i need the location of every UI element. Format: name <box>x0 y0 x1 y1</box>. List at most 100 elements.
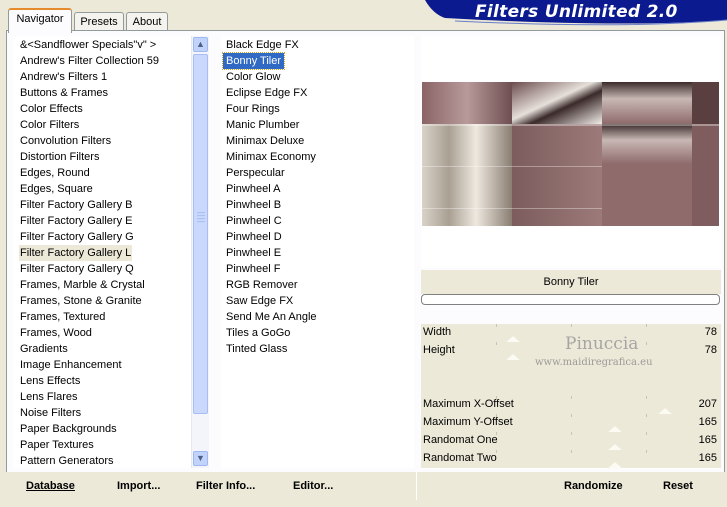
param-label: Width <box>423 326 452 338</box>
current-filter-name: Bonny Tiler <box>421 270 721 294</box>
filter-item[interactable]: Perspecular <box>223 165 288 181</box>
param-value: 165 <box>698 416 717 428</box>
param-label: Randomat Two <box>423 452 497 464</box>
watermark-url: www.maidiregrafica.eu <box>535 357 653 368</box>
category-item[interactable]: Edges, Square <box>19 181 94 197</box>
editor-button[interactable]: Editor... <box>293 478 333 494</box>
filter-item[interactable]: Pinwheel D <box>223 229 285 245</box>
slider-tick <box>496 342 497 345</box>
slider-tick <box>646 396 647 399</box>
chevron-up-icon: ▲ <box>196 39 205 49</box>
category-item[interactable]: Paper Textures <box>19 437 95 453</box>
param-value: 207 <box>698 398 717 410</box>
filter-item[interactable]: Manic Plumber <box>223 117 302 133</box>
filter-item[interactable]: Minimax Economy <box>223 149 319 165</box>
param-label: Maximum Y-Offset <box>423 416 513 428</box>
category-item[interactable]: Filter Factory Gallery B <box>19 197 133 213</box>
chevron-down-icon: ▼ <box>196 453 205 463</box>
slider-tick <box>646 342 647 345</box>
scroll-thumb[interactable]: — — — — <box>193 54 208 414</box>
param-row-empty <box>421 378 721 397</box>
category-item[interactable]: Frames, Stone & Granite <box>19 293 143 309</box>
slider-thumb[interactable] <box>607 462 624 469</box>
tab-navigator[interactable]: Navigator <box>8 8 72 33</box>
database-button[interactable]: Database <box>26 478 75 494</box>
tab-about[interactable]: About <box>126 12 168 31</box>
filter-item[interactable]: Pinwheel F <box>223 261 283 277</box>
category-item[interactable]: Distortion Filters <box>19 149 100 165</box>
param-row[interactable]: Randomat Two 165 <box>421 450 721 469</box>
filter-list[interactable]: Black Edge FX Bonny Tiler Color Glow Eclips… <box>221 36 414 468</box>
scroll-up-button[interactable]: ▲ <box>193 37 208 52</box>
category-item[interactable]: Andrew's Filters 1 <box>19 69 108 85</box>
category-item[interactable]: Edges, Round <box>19 165 91 181</box>
grip-icon: — — — — <box>197 208 205 226</box>
filter-item[interactable]: RGB Remover <box>223 277 301 293</box>
import-button[interactable]: Import... <box>117 478 160 494</box>
category-item[interactable]: Filter Factory Gallery E <box>19 213 133 229</box>
category-item[interactable]: Image Enhancement <box>19 357 123 373</box>
filter-item[interactable]: Bonny Tiler <box>221 52 286 70</box>
param-label: Height <box>423 344 455 356</box>
param-label: Maximum X-Offset <box>423 398 514 410</box>
param-row[interactable]: Maximum X-Offset 207 <box>421 396 721 415</box>
filter-item[interactable]: Pinwheel A <box>223 181 283 197</box>
category-item[interactable]: Lens Effects <box>19 373 81 389</box>
filter-item[interactable]: Eclipse Edge FX <box>223 85 310 101</box>
category-item[interactable]: Pattern Generators <box>19 453 115 468</box>
param-row[interactable]: Maximum Y-Offset 165 <box>421 414 721 433</box>
category-item[interactable]: Frames, Wood <box>19 325 93 341</box>
slider-tick <box>571 432 572 435</box>
watermark-text: Pinuccia <box>565 334 639 354</box>
category-item[interactable]: Buttons & Frames <box>19 85 109 101</box>
slider-tick <box>571 450 572 453</box>
filter-item[interactable]: Saw Edge FX <box>223 293 296 309</box>
slider-tick <box>571 414 572 417</box>
filter-item[interactable]: Send Me An Angle <box>223 309 320 325</box>
category-item[interactable]: Lens Flares <box>19 389 78 405</box>
category-item[interactable]: &<Sandflower Specials"v" > <box>19 37 157 53</box>
filter-item[interactable]: Pinwheel C <box>223 213 285 229</box>
slider-tick <box>571 396 572 399</box>
category-item[interactable]: Color Effects <box>19 101 84 117</box>
app-title: Filters Unlimited 2.0 <box>475 2 678 22</box>
filter-item[interactable]: Four Rings <box>223 101 283 117</box>
filter-item[interactable]: Tinted Glass <box>223 341 290 357</box>
filter-item[interactable]: Tiles a GoGo <box>223 325 293 341</box>
filter-item[interactable]: Black Edge FX <box>223 37 302 53</box>
category-item[interactable]: Paper Backgrounds <box>19 421 118 437</box>
category-item[interactable]: Andrew's Filter Collection 59 <box>19 53 160 69</box>
param-row[interactable]: Randomat One 165 <box>421 432 721 451</box>
randomize-button[interactable]: Randomize <box>564 478 623 494</box>
filter-item[interactable]: Color Glow <box>223 69 283 85</box>
param-label: Randomat One <box>423 434 498 446</box>
category-scrollbar[interactable]: ▲ — — — — ▼ <box>191 36 209 468</box>
slider-tick <box>496 324 497 327</box>
scroll-down-button[interactable]: ▼ <box>193 451 208 466</box>
category-item[interactable]: Filter Factory Gallery L <box>19 245 133 261</box>
slider-tick <box>571 324 572 327</box>
category-item[interactable]: Frames, Textured <box>19 309 106 325</box>
filter-item[interactable]: Minimax Deluxe <box>223 133 307 149</box>
category-item[interactable]: Convolution Filters <box>19 133 112 149</box>
category-item[interactable]: Filter Factory Gallery Q <box>19 261 135 277</box>
param-value: 78 <box>704 344 717 356</box>
slider-tick <box>646 450 647 453</box>
param-value: 78 <box>704 326 717 338</box>
progress-bar <box>421 294 720 305</box>
filter-item[interactable]: Pinwheel B <box>223 197 284 213</box>
filter-info-button[interactable]: Filter Info... <box>196 478 255 494</box>
category-item[interactable]: Noise Filters <box>19 405 82 421</box>
bottom-divider <box>416 470 417 500</box>
category-item[interactable]: Filter Factory Gallery G <box>19 229 135 245</box>
category-list[interactable]: &<Sandflower Specials"v" > Andrew's Filte… <box>13 36 191 468</box>
category-item[interactable]: Gradients <box>19 341 69 357</box>
param-value: 165 <box>698 452 717 464</box>
slider-tick <box>646 432 647 435</box>
category-item[interactable]: Frames, Marble & Crystal <box>19 277 146 293</box>
tab-presets[interactable]: Presets <box>74 12 124 31</box>
filter-item[interactable]: Pinwheel E <box>223 245 284 261</box>
category-item[interactable]: Color Filters <box>19 117 80 133</box>
reset-button[interactable]: Reset <box>663 478 693 494</box>
preview-image <box>422 82 719 226</box>
